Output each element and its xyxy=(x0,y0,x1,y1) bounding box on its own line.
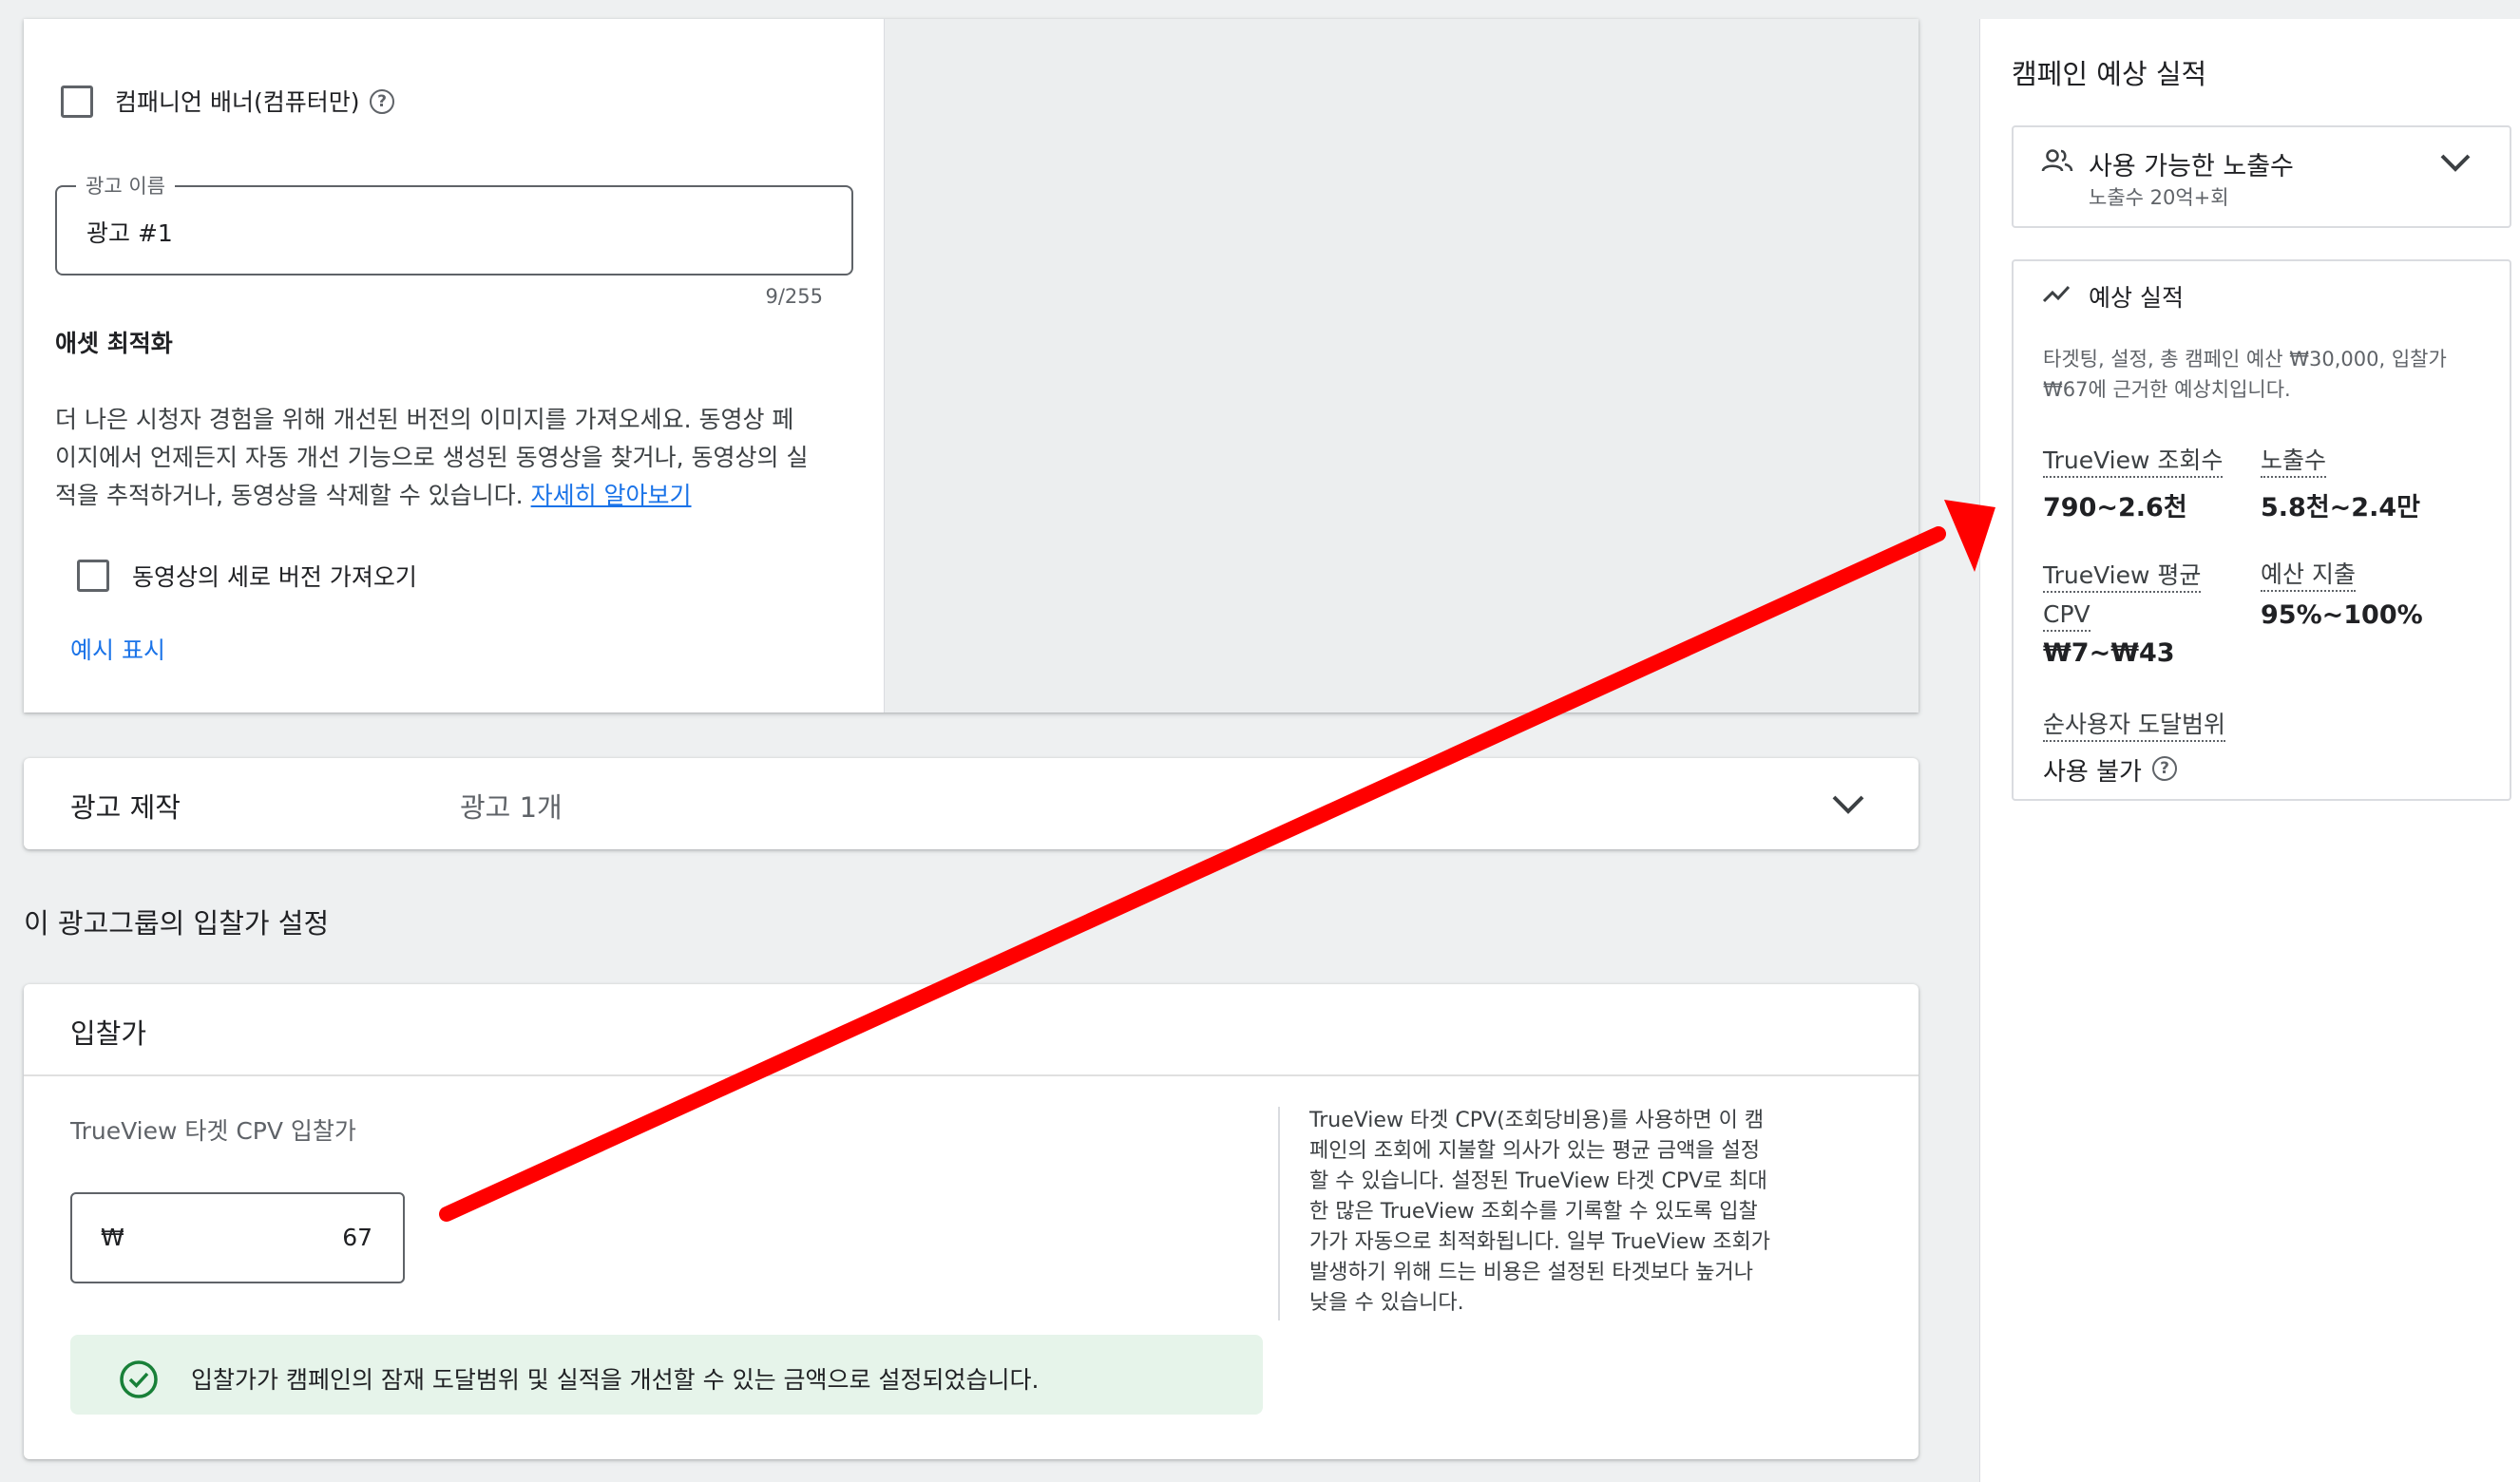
bid-card-title: 입찰가 xyxy=(70,1017,147,1050)
question-circle-icon[interactable]: ? xyxy=(370,89,394,114)
budget-spend-label-text: 예산 지출 xyxy=(2261,560,2356,592)
chevron-down-icon[interactable] xyxy=(2438,150,2472,175)
question-circle-icon[interactable]: ? xyxy=(2152,756,2177,781)
estimates-title: 예상 실적 xyxy=(2089,284,2184,312)
trueview-views-label-text: TrueView 조회수 xyxy=(2043,446,2224,478)
description-line: 이지에서 언제든지 자동 개선 기능으로 생성된 동영상을 찾거나, 동영상의 … xyxy=(55,444,809,471)
bid-card-divider xyxy=(24,1074,1919,1076)
impressions-label: 노출수 xyxy=(2261,442,2327,478)
companion-banner-label: 컴패니언 배너(컴퓨터만) xyxy=(115,88,360,116)
description-line: 더 나은 시청자 경험을 위해 개선된 버전의 이미지를 가져오세요. 동영상 … xyxy=(55,406,794,433)
help-line: 발생하기 위해 드는 비용은 설정된 타겟보다 높거나 xyxy=(1309,1261,1754,1284)
budget-spend-label: 예산 지출 xyxy=(2261,556,2356,592)
unique-reach-label: 순사용자 도달범위 xyxy=(2043,706,2225,742)
bid-value: 67 xyxy=(342,1224,372,1251)
asset-optimization-title: 애셋 최적화 xyxy=(55,330,173,357)
bid-help-text: TrueView 타겟 CPV(조회당비용)를 사용하면 이 캠 페인의 조회에… xyxy=(1309,1106,1842,1319)
trending-up-icon xyxy=(2042,285,2071,303)
help-line: 낮을 수 있습니다. xyxy=(1309,1291,1464,1315)
available-impressions-subtitle: 노출수 20억+회 xyxy=(2089,186,2229,209)
ad-creation-row[interactable] xyxy=(24,758,1919,849)
help-line: 한 많은 TrueView 조회수를 기록할 수 있도록 입찰 xyxy=(1309,1200,1758,1224)
help-line: 할 수 있습니다. 설정된 TrueView 타겟 CPV로 최대 xyxy=(1309,1169,1767,1193)
asset-optimization-description: 더 나은 시청자 경험을 위해 개선된 버전의 이미지를 가져오세요. 동영상 … xyxy=(55,401,872,515)
companion-banner-checkbox[interactable] xyxy=(61,86,93,118)
ad-name-value: 광고 #1 xyxy=(86,219,173,247)
description-line-text: 적을 추적하거나, 동영상을 삭제할 수 있습니다. xyxy=(55,482,531,509)
show-example-link[interactable]: 예시 표시 xyxy=(70,632,165,666)
ad-preview-area xyxy=(884,19,1919,712)
trueview-views-label: TrueView 조회수 xyxy=(2043,442,2224,478)
help-line: TrueView 타겟 CPV(조회당비용)를 사용하면 이 캠 xyxy=(1309,1109,1765,1132)
bid-field-label: TrueView 타겟 CPV 입찰가 xyxy=(70,1117,356,1145)
estimates-description: 타겟팅, 설정, 총 캠페인 예산 ₩30,000, 입찰가 ₩67에 근거한 … xyxy=(2043,344,2499,405)
ad-name-label: 광고 이름 xyxy=(76,171,175,200)
vertical-video-label: 동영상의 세로 버전 가져오기 xyxy=(132,563,417,591)
available-impressions-title: 사용 가능한 노출수 xyxy=(2089,152,2294,181)
currency-symbol: ₩ xyxy=(101,1224,124,1251)
unique-reach-value: 사용 불가 xyxy=(2043,758,2142,787)
help-line: 가가 자동으로 최적화됩니다. 일부 TrueView 조회가 xyxy=(1309,1230,1770,1254)
estimates-description-line: ₩67에 근거한 예상치입니다. xyxy=(2043,378,2291,401)
help-line: 페인의 조회에 지불할 의사가 있는 평균 금액을 설정 xyxy=(1309,1139,1760,1163)
avg-cpv-label: TrueView 평균 CPV xyxy=(2043,556,2202,634)
impressions-value: 5.8천~2.4만 xyxy=(2261,493,2420,522)
check-circle-icon xyxy=(120,1360,158,1398)
success-message: 입찰가가 캠페인의 잠재 도달범위 및 실적을 개선할 수 있는 금액으로 설정… xyxy=(191,1366,1040,1394)
description-line: 적을 추적하거나, 동영상을 삭제할 수 있습니다. 자세히 알아보기 xyxy=(55,477,872,515)
ad-name-field[interactable] xyxy=(55,185,853,276)
people-icon xyxy=(2041,149,2073,172)
budget-spend-value: 95%~100% xyxy=(2261,600,2423,630)
avg-cpv-label-line1: TrueView 평균 xyxy=(2043,561,2202,593)
ad-name-char-count: 9/255 xyxy=(765,285,823,308)
avg-cpv-label-line2: CPV xyxy=(2043,600,2090,632)
ad-creation-title: 광고 제작 xyxy=(70,791,181,824)
help-divider xyxy=(1278,1107,1280,1320)
ad-creation-summary: 광고 1개 xyxy=(460,791,563,824)
unique-reach-label-text: 순사용자 도달범위 xyxy=(2043,711,2225,742)
impressions-label-text: 노출수 xyxy=(2261,446,2327,478)
estimates-description-line: 타겟팅, 설정, 총 캠페인 예산 ₩30,000, 입찰가 xyxy=(2043,348,2447,370)
chevron-down-icon[interactable] xyxy=(1828,788,1868,819)
bid-settings-heading: 이 광고그룹의 입찰가 설정 xyxy=(24,907,330,940)
vertical-video-checkbox[interactable] xyxy=(77,560,109,592)
trueview-views-value: 790~2.6천 xyxy=(2043,493,2187,522)
learn-more-link[interactable]: 자세히 알아보기 xyxy=(531,482,692,509)
avg-cpv-value: ₩7~₩43 xyxy=(2043,638,2175,668)
sidebar-title: 캠페인 예상 실적 xyxy=(2012,58,2207,90)
